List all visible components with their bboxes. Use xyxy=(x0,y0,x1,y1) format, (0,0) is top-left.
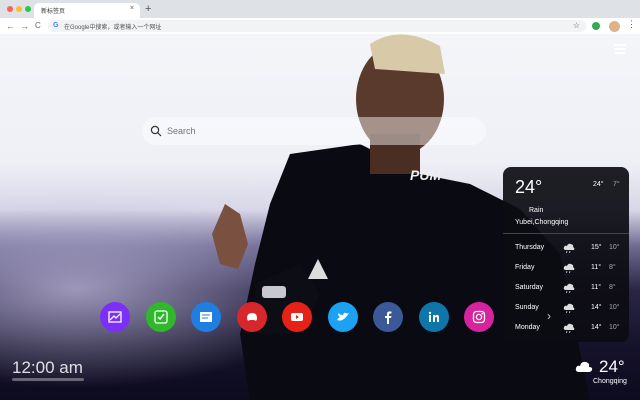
maximize-window-button[interactable] xyxy=(25,6,31,12)
rain-cloud-icon xyxy=(563,263,575,273)
tab-close-icon[interactable]: × xyxy=(130,5,134,12)
cloud-icon xyxy=(575,361,593,372)
weather-location: Yubei,Chongqing xyxy=(515,219,569,226)
mini-temperature: 24° xyxy=(599,357,625,376)
search-bar[interactable] xyxy=(142,117,486,145)
forecast-day: Friday xyxy=(515,264,535,271)
reload-button[interactable]: C xyxy=(35,20,41,32)
forecast-day: Thursday xyxy=(515,244,545,251)
forecast-high: 14° xyxy=(591,324,602,331)
minimize-window-button[interactable] xyxy=(16,6,22,12)
forecast-low: 10° xyxy=(609,244,620,251)
forecast-high: 11° xyxy=(591,264,602,271)
today-low: 7° xyxy=(613,181,620,188)
tab-bar: 新标签页 × + xyxy=(0,0,640,18)
rain-cloud-icon xyxy=(563,323,575,333)
facebook-app-shortcut[interactable] xyxy=(373,302,403,332)
mini-city: Chongqing xyxy=(593,378,627,385)
linkedin-app-shortcut[interactable] xyxy=(418,302,449,332)
forecast-day: Saturday xyxy=(515,284,544,291)
forecast-day: Sunday xyxy=(515,304,539,311)
twitter-app-icon xyxy=(336,312,349,321)
profile-avatar[interactable] xyxy=(609,21,620,32)
browser-toolbar: ← → C G 在Google中搜索，或者输入一个网址 ☆ xyxy=(0,18,640,35)
current-temperature: 24° xyxy=(515,177,543,197)
forecast-row: Monday 14° 10° xyxy=(515,323,625,336)
tasks-app-icon xyxy=(153,310,168,324)
rain-cloud-icon xyxy=(563,283,575,293)
youtube-app-shortcut[interactable] xyxy=(282,302,312,332)
browser-menu-icon[interactable]: ⋮ xyxy=(627,19,636,30)
forecast-low: 8° xyxy=(609,264,616,271)
rain-cloud-icon xyxy=(563,243,575,253)
forecast-row: Thursday 15° 10° xyxy=(515,243,625,256)
address-bar[interactable]: G 在Google中搜索，或者输入一个网址 ☆ xyxy=(48,20,586,32)
weather-condition: Rain xyxy=(529,207,544,214)
close-window-button[interactable] xyxy=(7,6,13,12)
address-bar-text: 在Google中搜索，或者输入一个网址 xyxy=(64,25,162,31)
forecast-low: 10° xyxy=(609,324,620,331)
tab-title: 新标签页 xyxy=(41,9,66,15)
mini-weather[interactable]: 24° Chongqing xyxy=(573,356,633,394)
rain-cloud-icon xyxy=(563,303,575,313)
jacket-print: PUM xyxy=(410,167,441,183)
youtube-app-icon xyxy=(291,313,303,321)
games-app-icon xyxy=(246,313,257,321)
bookmark-star-icon[interactable]: ☆ xyxy=(573,21,580,30)
forecast-row: Saturday 11° 8° xyxy=(515,283,625,296)
new-tab-button[interactable]: + xyxy=(145,3,151,15)
notes-app-shortcut[interactable] xyxy=(191,302,221,332)
forecast-row: Sunday 14° 10° xyxy=(515,303,625,316)
apps-next-arrow[interactable]: › xyxy=(547,309,551,323)
notes-app-icon xyxy=(200,312,212,322)
forecast-day: Monday xyxy=(515,324,540,331)
date-placeholder xyxy=(12,378,84,381)
instagram-app-shortcut[interactable] xyxy=(464,302,494,332)
games-app-shortcut[interactable] xyxy=(236,302,267,332)
back-button[interactable]: ← xyxy=(6,20,15,32)
weather-widget[interactable]: 24° 24° 7° Rain Yubei,Chongqing Thursday… xyxy=(503,167,629,342)
clock: 12:00 am xyxy=(12,358,83,377)
instagram-app-icon xyxy=(472,310,486,324)
active-tab[interactable]: 新标签页 × xyxy=(34,3,140,18)
tasks-app-shortcut[interactable] xyxy=(145,302,176,332)
forecast-low: 10° xyxy=(609,304,620,311)
linkedin-app-icon xyxy=(428,311,439,322)
extension-icon[interactable] xyxy=(592,22,600,30)
forecast-row: Friday 11° 8° xyxy=(515,263,625,276)
hamburger-menu-icon[interactable] xyxy=(614,44,626,56)
search-input[interactable] xyxy=(165,125,469,137)
forecast-high: 15° xyxy=(591,244,602,251)
twitter-app-shortcut[interactable] xyxy=(327,302,358,332)
gallery-app-icon xyxy=(108,311,122,323)
facebook-app-icon xyxy=(385,311,392,324)
forecast-high: 14° xyxy=(591,304,602,311)
google-icon: G xyxy=(53,22,59,29)
forecast-low: 8° xyxy=(609,284,616,291)
gallery-app-shortcut[interactable] xyxy=(100,302,130,332)
search-icon xyxy=(150,125,162,137)
forward-button[interactable]: → xyxy=(20,20,29,32)
today-high: 24° xyxy=(593,181,604,188)
forecast-high: 11° xyxy=(591,284,602,291)
divider xyxy=(503,233,629,234)
